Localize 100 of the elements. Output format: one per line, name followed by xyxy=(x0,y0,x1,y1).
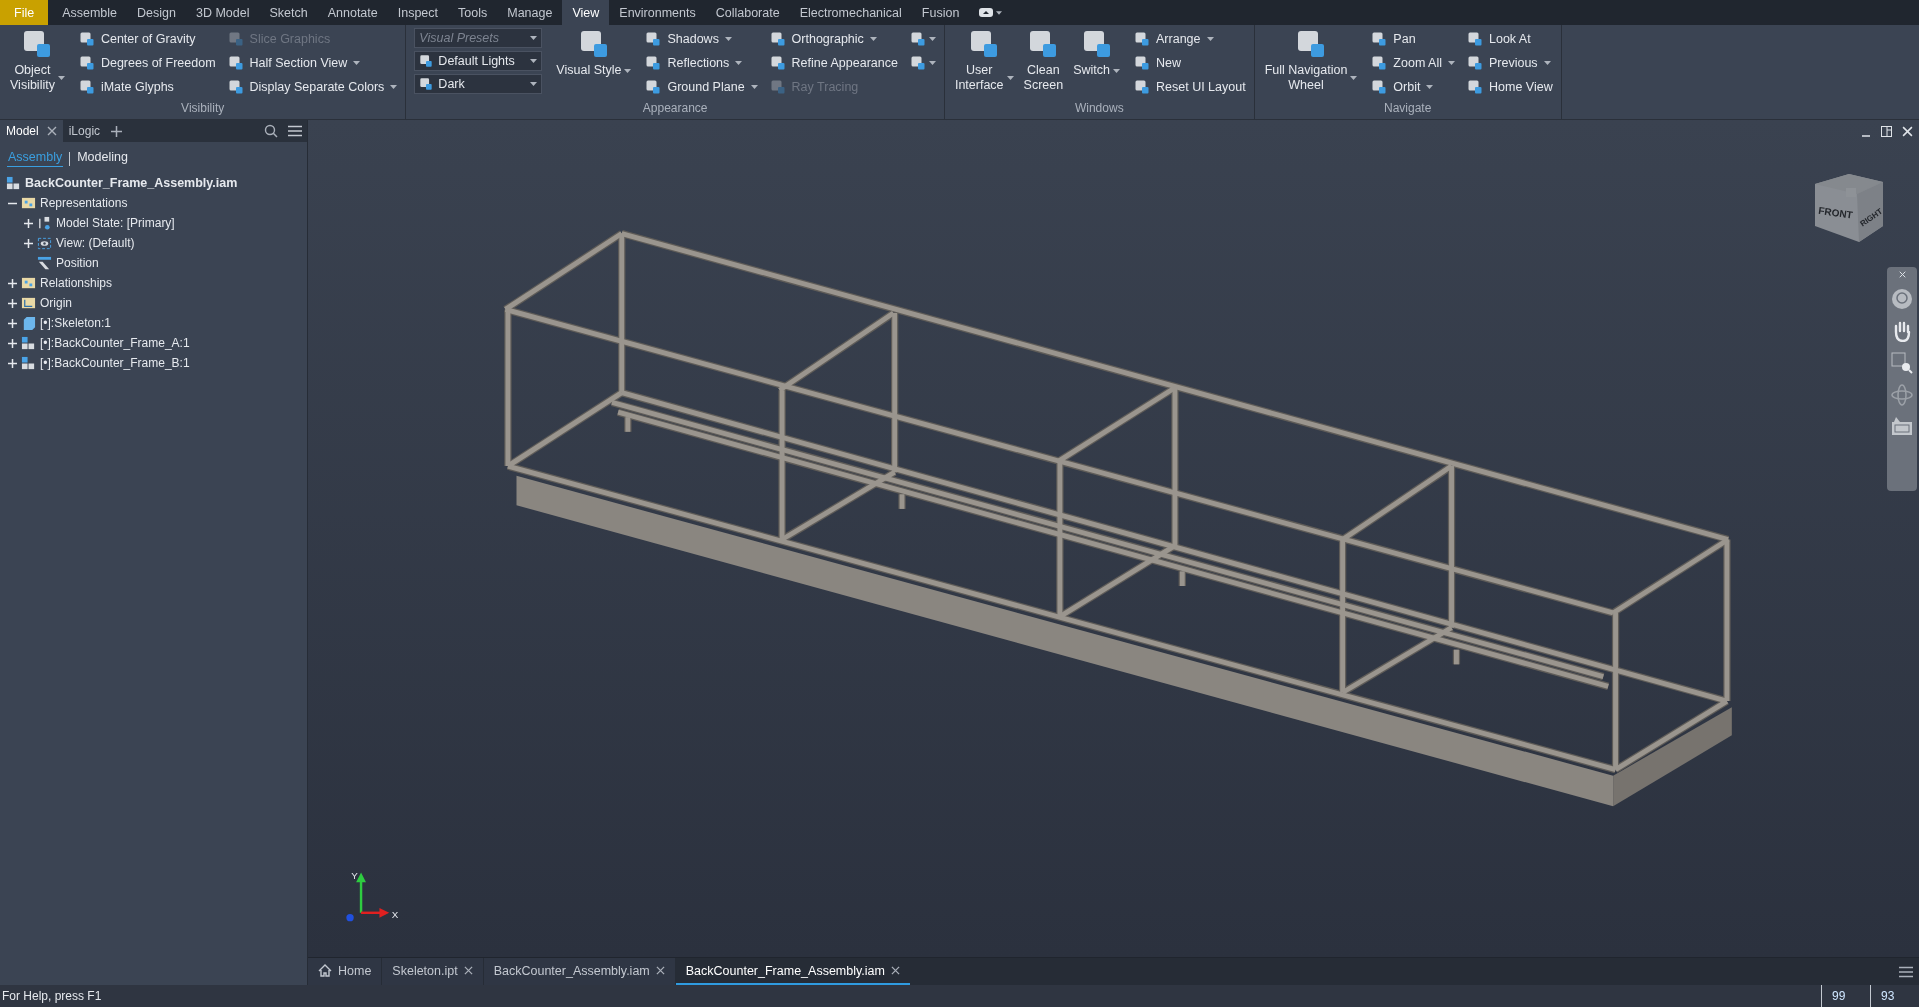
ribbon-button[interactable]: Look At xyxy=(1467,28,1553,50)
tree-item[interactable]: Relationships xyxy=(39,276,114,290)
tree-item[interactable]: Model State: [Primary] xyxy=(55,216,176,230)
expand-icon[interactable] xyxy=(23,218,33,228)
ribbon-button[interactable]: Ground Plane xyxy=(645,76,758,98)
menu-tab[interactable]: Manage xyxy=(497,0,563,25)
caret-icon[interactable] xyxy=(750,85,758,89)
hand-icon[interactable] xyxy=(1892,320,1912,342)
menu-tab[interactable]: Design xyxy=(127,0,186,25)
caret-icon[interactable] xyxy=(530,82,538,86)
dropdown-field[interactable]: Dark xyxy=(414,74,543,94)
ribbon-button[interactable]: Full Navigation Wheel xyxy=(1262,28,1360,100)
ribbon-button[interactable]: Orbit xyxy=(1371,76,1455,98)
folder-icon xyxy=(21,295,36,311)
ribbon-button[interactable]: Half Section View xyxy=(227,52,398,74)
menu-tab[interactable]: Fusion xyxy=(911,0,970,25)
expand-icon[interactable] xyxy=(7,298,17,308)
plus-icon[interactable] xyxy=(111,125,123,137)
caret-icon[interactable] xyxy=(869,37,877,41)
caret-icon[interactable] xyxy=(353,61,361,65)
navigation-wheel-icon[interactable] xyxy=(1891,288,1913,310)
panel-tab[interactable]: Model xyxy=(0,120,63,142)
caret-icon[interactable] xyxy=(1350,76,1358,80)
close-icon[interactable] xyxy=(655,966,665,975)
tree-item[interactable]: Position xyxy=(55,256,100,270)
ribbon-button[interactable]: Refine Appearance xyxy=(769,52,898,74)
dropdown-field[interactable]: Default Lights xyxy=(414,51,543,71)
menu-tab[interactable]: Inspect xyxy=(387,0,449,25)
ribbon-button[interactable]: Previous xyxy=(1467,52,1553,74)
folder-icon xyxy=(21,275,36,291)
tree-item[interactable]: Origin xyxy=(39,296,73,310)
menu-tab[interactable]: Collaborate xyxy=(705,0,790,25)
caret-icon[interactable] xyxy=(928,61,936,65)
caret-icon[interactable] xyxy=(1113,68,1120,73)
caret-icon[interactable] xyxy=(390,85,398,89)
position-icon xyxy=(37,255,52,271)
close-icon[interactable] xyxy=(890,966,900,975)
caret-icon[interactable] xyxy=(928,37,936,41)
search-icon[interactable] xyxy=(264,124,278,138)
expand-icon[interactable] xyxy=(7,358,17,368)
caret-icon[interactable] xyxy=(735,61,743,65)
menu-tab[interactable]: Tools xyxy=(448,0,498,25)
mode-tab[interactable]: Modeling xyxy=(76,150,129,167)
menu-tab[interactable]: View xyxy=(562,0,610,25)
document-tab[interactable]: BackCounter_Assembly.iam xyxy=(483,958,675,985)
expand-icon[interactable] xyxy=(7,278,17,288)
tree-item[interactable]: Representations xyxy=(39,196,129,210)
expand-icon[interactable] xyxy=(23,238,33,248)
tree-item[interactable]: [•]:BackCounter_Frame_B:1 xyxy=(39,356,191,370)
caret-icon[interactable] xyxy=(530,59,538,63)
ribbon-button[interactable]: Zoom All xyxy=(1371,52,1455,74)
ribbon-button[interactable]: User Interface xyxy=(952,28,1016,100)
caret-icon[interactable] xyxy=(57,76,65,80)
close-icon[interactable] xyxy=(463,966,473,975)
ribbon-button[interactable]: Reset UI Layout xyxy=(1134,76,1246,98)
menu-tab[interactable]: Assemble xyxy=(52,0,128,25)
menu-tab[interactable]: 3D Model xyxy=(185,0,260,25)
ribbon-button[interactable]: Arrange xyxy=(1134,28,1246,50)
ribbon-button[interactable]: Orthographic xyxy=(769,28,898,50)
menu-icon[interactable] xyxy=(1899,965,1913,978)
caret-icon[interactable] xyxy=(530,36,538,40)
document-tab[interactable]: Skeleton.ipt xyxy=(382,958,483,985)
caret-icon[interactable] xyxy=(1426,85,1434,89)
ribbon-button[interactable]: Shadows xyxy=(645,28,758,50)
panel-tab[interactable]: iLogic xyxy=(62,120,107,142)
caret-icon[interactable] xyxy=(624,68,632,73)
menu-tab[interactable]: Annotate xyxy=(317,0,388,25)
menu-tab[interactable]: Electromechanical xyxy=(789,0,912,25)
tree-item[interactable]: [•]:Skeleton:1 xyxy=(39,316,112,330)
expand-icon[interactable] xyxy=(7,318,17,328)
menu-tab[interactable]: Sketch xyxy=(259,0,318,25)
ribbon-button[interactable]: Display Separate Colors xyxy=(227,76,398,98)
restore-icon[interactable] xyxy=(1881,126,1892,137)
ribbon-button[interactable]: Home View xyxy=(1467,76,1553,98)
expand-icon[interactable] xyxy=(7,338,17,348)
ribbon-button[interactable]: Visual Style xyxy=(554,28,634,100)
document-tab[interactable]: Home xyxy=(308,958,382,985)
caret-icon[interactable] xyxy=(1543,61,1551,65)
caret-icon[interactable] xyxy=(724,37,732,41)
close-icon[interactable] xyxy=(46,126,57,136)
ribbon-button[interactable]: Degrees of Freedom xyxy=(78,52,216,74)
tree-item[interactable]: [•]:BackCounter_Frame_A:1 xyxy=(39,336,191,350)
zoom-icon[interactable] xyxy=(1891,352,1913,374)
ribbon-button[interactable]: Reflections xyxy=(645,52,758,74)
ribbon-button[interactable]: Switch xyxy=(1071,28,1122,100)
ribbon-button[interactable]: Center of Gravity xyxy=(78,28,216,50)
ribbon-button[interactable]: iMate Glyphs xyxy=(78,76,216,98)
view-cube-drawing[interactable] xyxy=(1815,174,1883,242)
tree-item[interactable]: View: (Default) xyxy=(55,236,136,250)
menu-icon[interactable] xyxy=(288,125,302,137)
caret-icon[interactable] xyxy=(1448,61,1455,65)
ribbon-button[interactable]: Pan xyxy=(1371,28,1455,50)
ribbon-button[interactable]: New xyxy=(1134,52,1246,74)
menu-tab[interactable]: Environments xyxy=(609,0,706,25)
caret-icon[interactable] xyxy=(1006,76,1014,80)
tree-item[interactable]: BackCounter_Frame_Assembly.iam xyxy=(24,176,239,190)
screen-icon[interactable] xyxy=(1891,416,1913,436)
ribbon-button[interactable]: Object Visibility xyxy=(8,28,67,100)
ribbon-button[interactable]: Clean Screen xyxy=(1021,28,1066,100)
caret-icon[interactable] xyxy=(1206,37,1214,41)
